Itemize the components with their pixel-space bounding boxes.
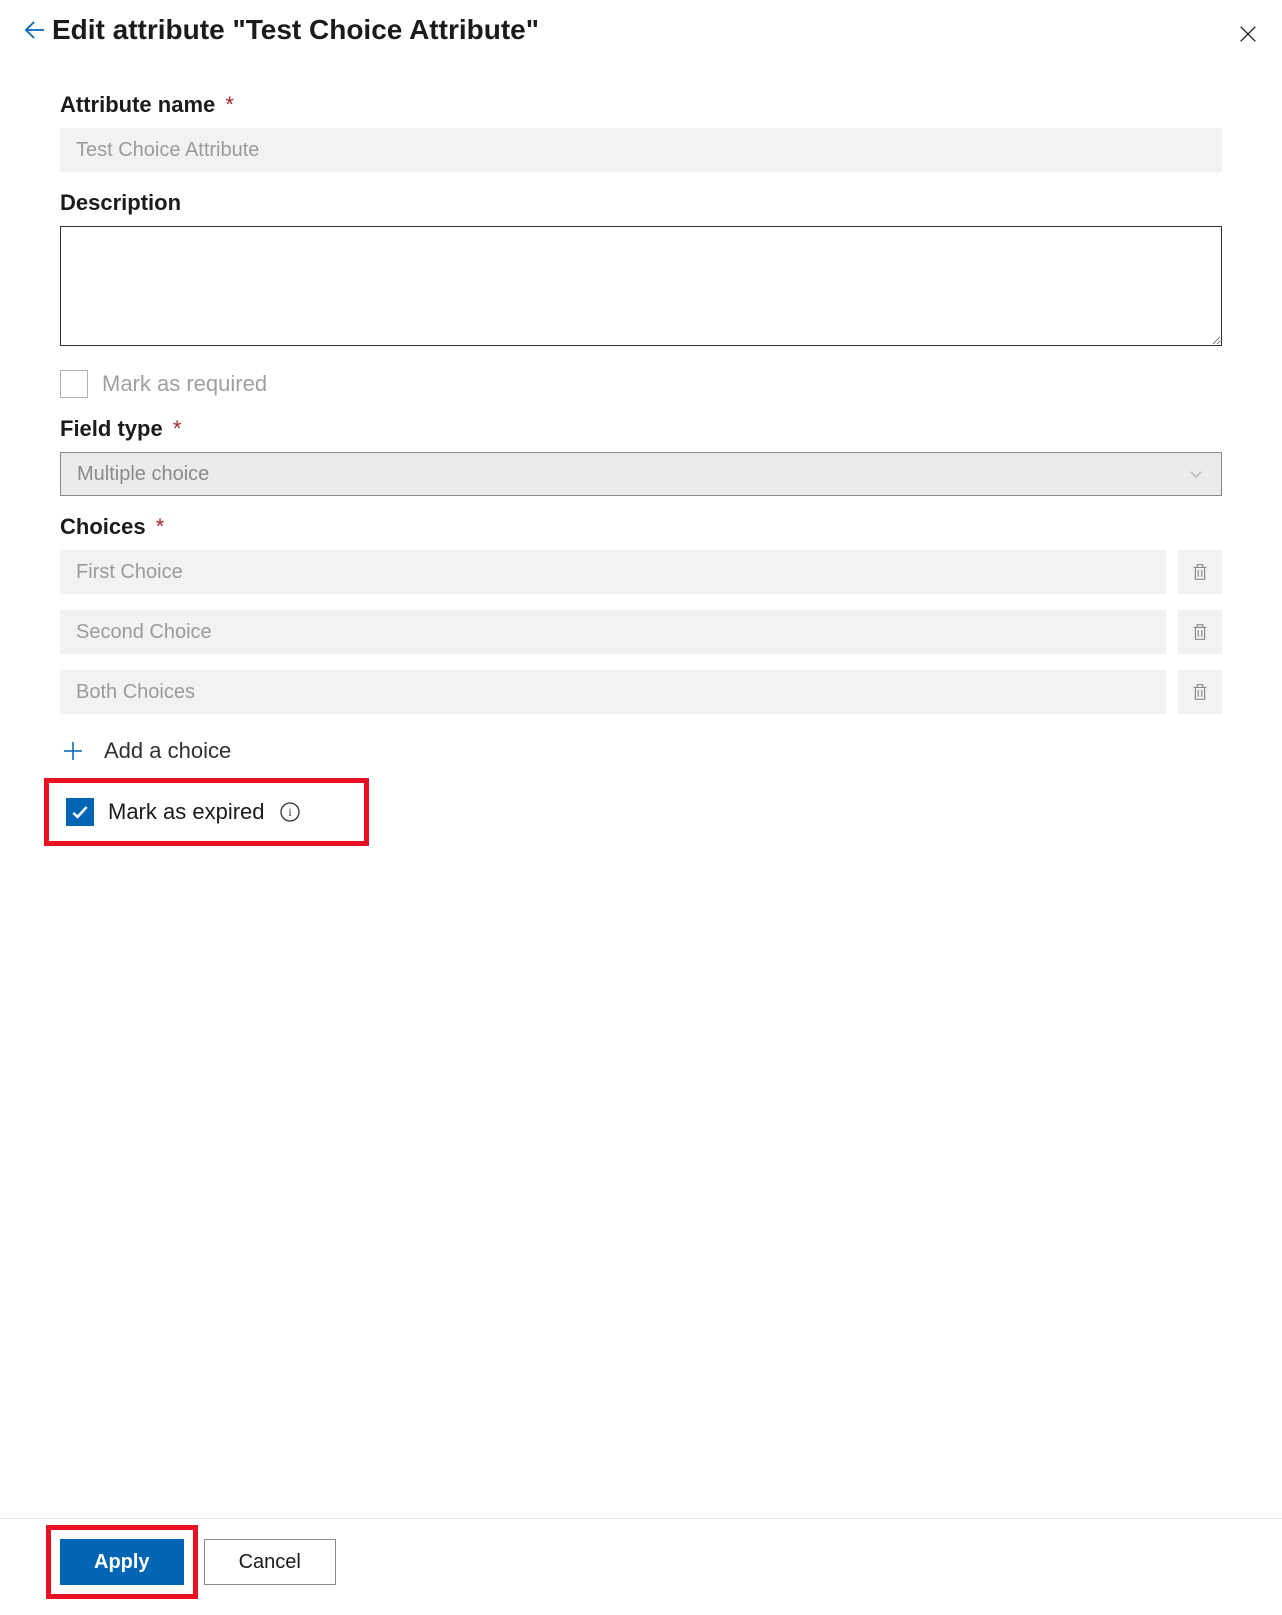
choice-input (60, 610, 1166, 654)
required-asterisk: * (156, 514, 165, 539)
mark-expired-checkbox[interactable] (66, 798, 94, 826)
add-choice-label: Add a choice (104, 738, 231, 764)
delete-choice-button[interactable] (1178, 610, 1222, 654)
choice-row (60, 670, 1222, 714)
choices-label-text: Choices (60, 514, 146, 539)
mark-required-checkbox (60, 370, 88, 398)
choice-input (60, 670, 1166, 714)
mark-required-label: Mark as required (102, 371, 267, 397)
plus-icon (60, 738, 86, 764)
chevron-down-icon (1187, 465, 1205, 483)
choice-input (60, 550, 1166, 594)
description-label: Description (60, 190, 1222, 216)
field-type-label-text: Field type (60, 416, 163, 441)
panel-header: Edit attribute "Test Choice Attribute" (0, 10, 1282, 54)
attribute-name-label-text: Attribute name (60, 92, 215, 117)
required-asterisk: * (173, 416, 182, 441)
delete-choice-button[interactable] (1178, 670, 1222, 714)
panel-footer: Apply Cancel (0, 1518, 1282, 1615)
cancel-button[interactable]: Cancel (204, 1539, 336, 1585)
close-icon[interactable] (1228, 14, 1268, 54)
attribute-name-label: Attribute name * (60, 92, 1222, 118)
info-icon[interactable]: i (279, 801, 301, 823)
edit-attribute-panel: Edit attribute "Test Choice Attribute" A… (0, 0, 1282, 1615)
field-type-select: Multiple choice (60, 452, 1222, 496)
add-choice-button[interactable]: Add a choice (60, 738, 1222, 764)
svg-text:i: i (288, 805, 292, 819)
back-arrow-icon[interactable] (20, 16, 48, 44)
delete-choice-button[interactable] (1178, 550, 1222, 594)
choices-label: Choices * (60, 514, 1222, 540)
panel-title: Edit attribute "Test Choice Attribute" (52, 14, 1262, 46)
description-textarea[interactable] (60, 226, 1222, 346)
mark-expired-label: Mark as expired (108, 799, 265, 825)
mark-required-row: Mark as required (60, 370, 1222, 398)
field-type-value: Multiple choice (77, 463, 209, 486)
choice-row (60, 550, 1222, 594)
field-type-label: Field type * (60, 416, 1222, 442)
attribute-name-input (60, 128, 1222, 172)
mark-expired-row[interactable]: Mark as expired i (60, 788, 315, 836)
form-body: Attribute name * Description Mark as req… (0, 54, 1282, 1518)
apply-button[interactable]: Apply (60, 1539, 184, 1585)
choice-row (60, 610, 1222, 654)
required-asterisk: * (225, 92, 234, 117)
choices-list (60, 550, 1222, 714)
